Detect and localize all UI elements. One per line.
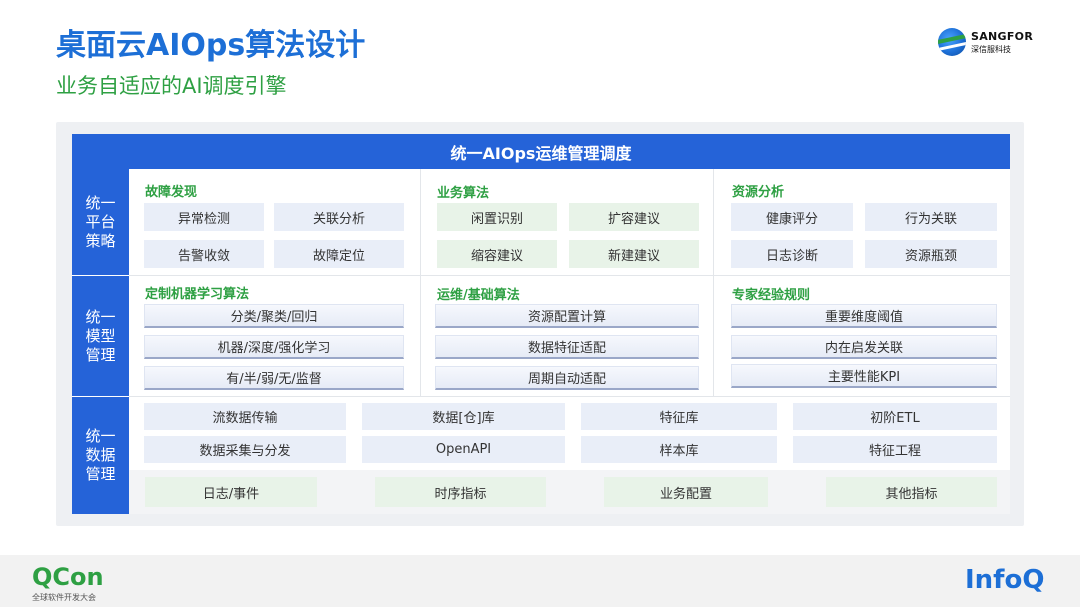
algorithm-bar: 有/半/弱/无/监督	[144, 366, 404, 390]
module-box: 关联分析	[274, 203, 404, 231]
module-box: 行为关联	[865, 203, 997, 231]
qcon-logo: QCon	[32, 563, 104, 591]
column-divider	[420, 169, 421, 396]
data-source-box: 日志/事件	[145, 477, 317, 507]
data-box: 初阶ETL	[793, 403, 997, 430]
data-box: 样本库	[581, 436, 777, 463]
algorithm-bar: 机器/深度/强化学习	[144, 335, 404, 359]
row-label-data: 统一数据管理	[72, 397, 129, 514]
section-title-ml: 定制机器学习算法	[145, 287, 250, 302]
algorithm-bar: 分类/聚类/回归	[144, 304, 404, 328]
globe-icon	[938, 28, 966, 56]
data-box: 流数据传输	[144, 403, 346, 430]
section-title-business: 业务算法	[437, 186, 490, 201]
qcon-subtitle: 全球软件开发大会	[32, 593, 96, 602]
module-box: 缩容建议	[437, 240, 557, 268]
footer-bar	[0, 555, 1080, 607]
module-box: 告警收敛	[144, 240, 264, 268]
module-box: 扩容建议	[569, 203, 699, 231]
row-label-model: 统一模型管理	[72, 276, 129, 396]
module-box: 异常检测	[144, 203, 264, 231]
module-box: 日志诊断	[731, 240, 853, 268]
data-box: 特征工程	[793, 436, 997, 463]
module-box: 故障定位	[274, 240, 404, 268]
diagram-header: 统一AIOps运维管理调度	[72, 134, 1010, 169]
section-title-ops: 运维/基础算法	[437, 288, 520, 303]
module-box: 新建建议	[569, 240, 699, 268]
algorithm-bar: 主要性能KPI	[731, 364, 997, 388]
sangfor-logo: SANGFOR 深信服科技	[938, 26, 1038, 58]
data-source-box: 其他指标	[826, 477, 997, 507]
algorithm-bar: 周期自动适配	[435, 366, 699, 390]
column-divider	[713, 169, 714, 396]
algorithm-bar: 重要维度阈值	[731, 304, 997, 328]
data-source-box: 时序指标	[375, 477, 546, 507]
algorithm-bar: 数据特征适配	[435, 335, 699, 359]
data-source-box: 业务配置	[604, 477, 768, 507]
slide-title: 桌面云AIOps算法设计	[56, 28, 366, 63]
data-box: 数据采集与分发	[144, 436, 346, 463]
sangfor-cn: 深信服科技	[971, 45, 1011, 54]
slide-subtitle: 业务自适应的AI调度引擎	[56, 74, 287, 98]
row-divider	[129, 396, 1010, 397]
module-box: 资源瓶颈	[865, 240, 997, 268]
sangfor-name: SANGFOR	[971, 30, 1034, 43]
data-box: 数据[仓]库	[362, 403, 565, 430]
algorithm-bar: 内在启发关联	[731, 335, 997, 359]
row-label-platform: 统一平台策略	[72, 169, 129, 275]
algorithm-bar: 资源配置计算	[435, 304, 699, 328]
module-box: 健康评分	[731, 203, 853, 231]
section-title-resource: 资源分析	[732, 185, 785, 200]
data-box: 特征库	[581, 403, 777, 430]
data-box: OpenAPI	[362, 436, 565, 463]
section-title-fault: 故障发现	[145, 185, 198, 200]
section-title-expert: 专家经验规则	[732, 288, 811, 303]
infoq-logo: InfoQ	[965, 565, 1045, 595]
module-box: 闲置识别	[437, 203, 557, 231]
row-divider	[129, 275, 1010, 276]
